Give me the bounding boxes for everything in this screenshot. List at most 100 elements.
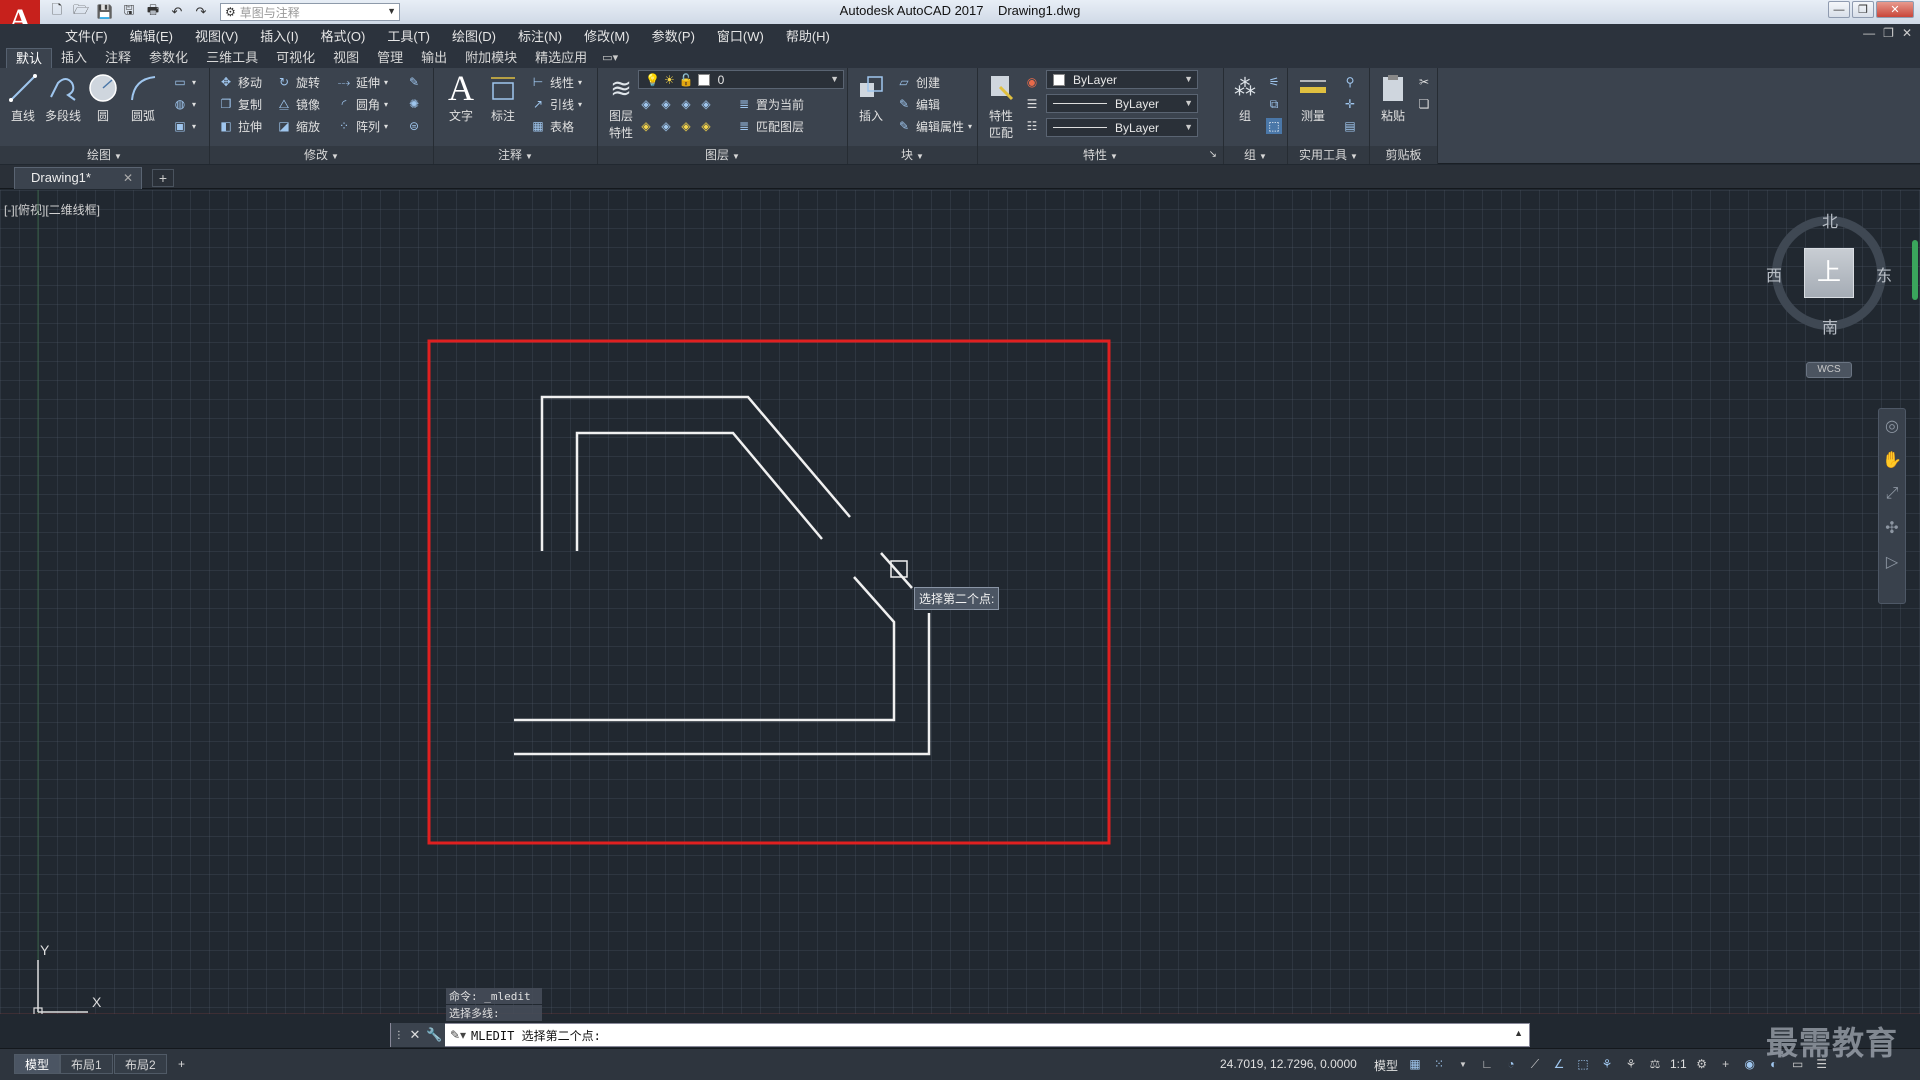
- linetype-dropdown[interactable]: ByLayer ▼: [1046, 94, 1198, 113]
- layout-tab-1[interactable]: 布局1: [60, 1054, 113, 1074]
- leader-button[interactable]: ↗ 引线 ▾: [530, 94, 582, 114]
- group-button[interactable]: ⁂ 组: [1224, 72, 1266, 124]
- tab-featured-apps[interactable]: 精选应用: [526, 48, 596, 68]
- insert-block-button[interactable]: 插入: [850, 72, 892, 124]
- menu-dimension[interactable]: 标注(N): [507, 26, 573, 45]
- draw-panel-title[interactable]: 绘图 ▼: [0, 146, 209, 164]
- chevron-up-icon[interactable]: ▲: [1514, 1028, 1523, 1038]
- compass-east[interactable]: 东: [1876, 262, 1892, 286]
- model-space-toggle[interactable]: 模型: [1374, 1057, 1398, 1074]
- copy-clip-icon[interactable]: ❏: [1416, 94, 1432, 114]
- minimize-button[interactable]: —: [1828, 1, 1850, 18]
- document-tab[interactable]: Drawing1* ✕: [14, 167, 142, 189]
- close-icon[interactable]: ✕: [123, 168, 133, 188]
- add-icon[interactable]: +: [1717, 1055, 1735, 1073]
- cursor-coordinates[interactable]: 24.7019, 12.7296, 0.0000: [1220, 1057, 1357, 1071]
- layout-tab-2[interactable]: 布局2: [114, 1054, 167, 1074]
- annotation-visibility-icon[interactable]: ⚘: [1598, 1055, 1616, 1073]
- compass-south[interactable]: 南: [1822, 314, 1838, 338]
- snap-icon[interactable]: ⁙: [1430, 1055, 1448, 1073]
- calculator-icon[interactable]: ▤: [1342, 116, 1358, 136]
- layout-tab-model[interactable]: 模型: [14, 1054, 61, 1074]
- arc-button[interactable]: 圆弧: [122, 72, 164, 124]
- command-line[interactable]: ⋮ ✕ 🔧 ✎▾ MLEDIT 选择第二个点: ▲: [390, 1023, 1530, 1047]
- customize-wrench-icon[interactable]: 🔧: [426, 1027, 442, 1043]
- scrollbar-thumb[interactable]: [1912, 240, 1918, 300]
- tab-visualize[interactable]: 可视化: [267, 48, 324, 68]
- polar-icon[interactable]: ◔: [1502, 1055, 1520, 1073]
- layers-panel-title[interactable]: 图层 ▼: [598, 146, 847, 164]
- rectangle-icon[interactable]: ▭ ▾: [172, 72, 196, 92]
- menu-tools[interactable]: 工具(T): [376, 26, 441, 45]
- ribbon-options-icon[interactable]: ▭▾: [602, 48, 618, 68]
- tab-insert[interactable]: 插入: [52, 48, 96, 68]
- create-block-button[interactable]: ▱ 创建: [896, 72, 940, 92]
- doc-close-icon[interactable]: ✕: [1902, 26, 1912, 40]
- wcs-menu-button[interactable]: WCS: [1806, 362, 1852, 378]
- group-edit-icon[interactable]: ⧉: [1266, 94, 1282, 114]
- menu-view[interactable]: 视图(V): [184, 26, 249, 45]
- menu-edit[interactable]: 编辑(E): [119, 26, 184, 45]
- group-select-icon[interactable]: ⬚: [1266, 116, 1282, 136]
- modify-panel-title[interactable]: 修改 ▼: [210, 146, 433, 164]
- color-wheel-icon[interactable]: ◉: [1024, 72, 1040, 92]
- tab-3d-tools[interactable]: 三维工具: [197, 48, 267, 68]
- array-button[interactable]: ⁘ 阵列 ▾: [336, 116, 388, 136]
- maximize-button[interactable]: ❐: [1852, 1, 1874, 18]
- annotation-scale-icon[interactable]: ⚖: [1646, 1055, 1664, 1073]
- lineweight-dropdown[interactable]: ByLayer ▼: [1046, 118, 1198, 137]
- linetype-icon[interactable]: ☰: [1024, 94, 1040, 114]
- orbit-icon[interactable]: ✣: [1879, 511, 1905, 545]
- auto-scale-icon[interactable]: ⚘: [1622, 1055, 1640, 1073]
- block-panel-title[interactable]: 块 ▼: [848, 146, 977, 164]
- text-button[interactable]: A 文字: [440, 68, 482, 124]
- offset-icon[interactable]: ⊜: [406, 116, 422, 136]
- line-button[interactable]: 直线: [2, 72, 44, 124]
- match-properties-button[interactable]: 特性 匹配: [980, 72, 1022, 141]
- viewcube-top-face[interactable]: 上: [1804, 248, 1854, 298]
- properties-panel-title[interactable]: 特性 ▼ ↘: [978, 146, 1223, 164]
- edit-block-button[interactable]: ✎ 编辑: [896, 94, 940, 114]
- match-layer-button[interactable]: ≣ 匹配图层: [736, 116, 804, 136]
- edit-attributes-button[interactable]: ✎ 编辑属性 ▾: [896, 116, 972, 136]
- ortho-icon[interactable]: ∟: [1478, 1055, 1496, 1073]
- menu-insert[interactable]: 插入(I): [249, 26, 309, 45]
- pan-hand-icon[interactable]: ✋: [1879, 443, 1905, 477]
- ungroup-icon[interactable]: ⚟: [1266, 72, 1282, 92]
- object-snap-tracking-icon[interactable]: ∠: [1550, 1055, 1568, 1073]
- drag-handle-icon[interactable]: ⋮: [394, 1030, 404, 1041]
- erase-icon[interactable]: ✎: [406, 72, 422, 92]
- mirror-button[interactable]: ⧋ 镜像: [276, 94, 320, 114]
- undo-icon[interactable]: ↶: [168, 3, 186, 21]
- viewcube[interactable]: 上 北 南 东 西: [1766, 210, 1892, 338]
- showmotion-icon[interactable]: ▷: [1879, 545, 1905, 579]
- menu-format[interactable]: 格式(O): [310, 26, 377, 45]
- menu-file[interactable]: 文件(F): [54, 26, 119, 45]
- extend-button[interactable]: ⤏ 延伸 ▾: [336, 72, 388, 92]
- layer-tools-row-1[interactable]: ◈ ◈ ◈ ◈: [638, 94, 714, 114]
- menu-draw[interactable]: 绘图(D): [441, 26, 507, 45]
- clipboard-panel-title[interactable]: 剪贴板: [1370, 146, 1437, 164]
- save-icon[interactable]: 💾: [96, 3, 114, 21]
- tab-parametric[interactable]: 参数化: [140, 48, 197, 68]
- menu-parametric[interactable]: 参数(P): [641, 26, 706, 45]
- quick-select-icon[interactable]: ⚲: [1342, 72, 1358, 92]
- point-icon[interactable]: ✛: [1342, 94, 1358, 114]
- utilities-panel-title[interactable]: 实用工具 ▼: [1288, 146, 1369, 164]
- make-current-button[interactable]: ≣ 置为当前: [736, 94, 804, 114]
- isodraft-icon[interactable]: ⟋: [1526, 1055, 1544, 1073]
- tab-annotate[interactable]: 注释: [96, 48, 140, 68]
- tab-output[interactable]: 输出: [412, 48, 456, 68]
- hatch-icon[interactable]: ◍ ▾: [172, 94, 196, 114]
- object-snap-icon[interactable]: ⬚: [1574, 1055, 1592, 1073]
- annotation-panel-title[interactable]: 注释 ▼: [434, 146, 597, 164]
- doc-minimize-icon[interactable]: —: [1863, 26, 1875, 40]
- redo-icon[interactable]: ↷: [192, 3, 210, 21]
- save-as-icon[interactable]: 🖫: [120, 2, 138, 21]
- doc-restore-icon[interactable]: ❐: [1883, 26, 1894, 40]
- layer-properties-button[interactable]: ≋ 图层 特性: [600, 72, 642, 141]
- drawing-canvas[interactable]: [-][俯视][二维线框] Y X 选择第二个点: 上 北 南 东 西 WCS …: [0, 190, 1920, 1014]
- layer-dropdown[interactable]: 💡 ☀ 🔓 0 ▼: [638, 70, 844, 89]
- close-command-icon[interactable]: ✕: [409, 1027, 420, 1043]
- command-prompt-icon[interactable]: ✎▾: [445, 1028, 471, 1042]
